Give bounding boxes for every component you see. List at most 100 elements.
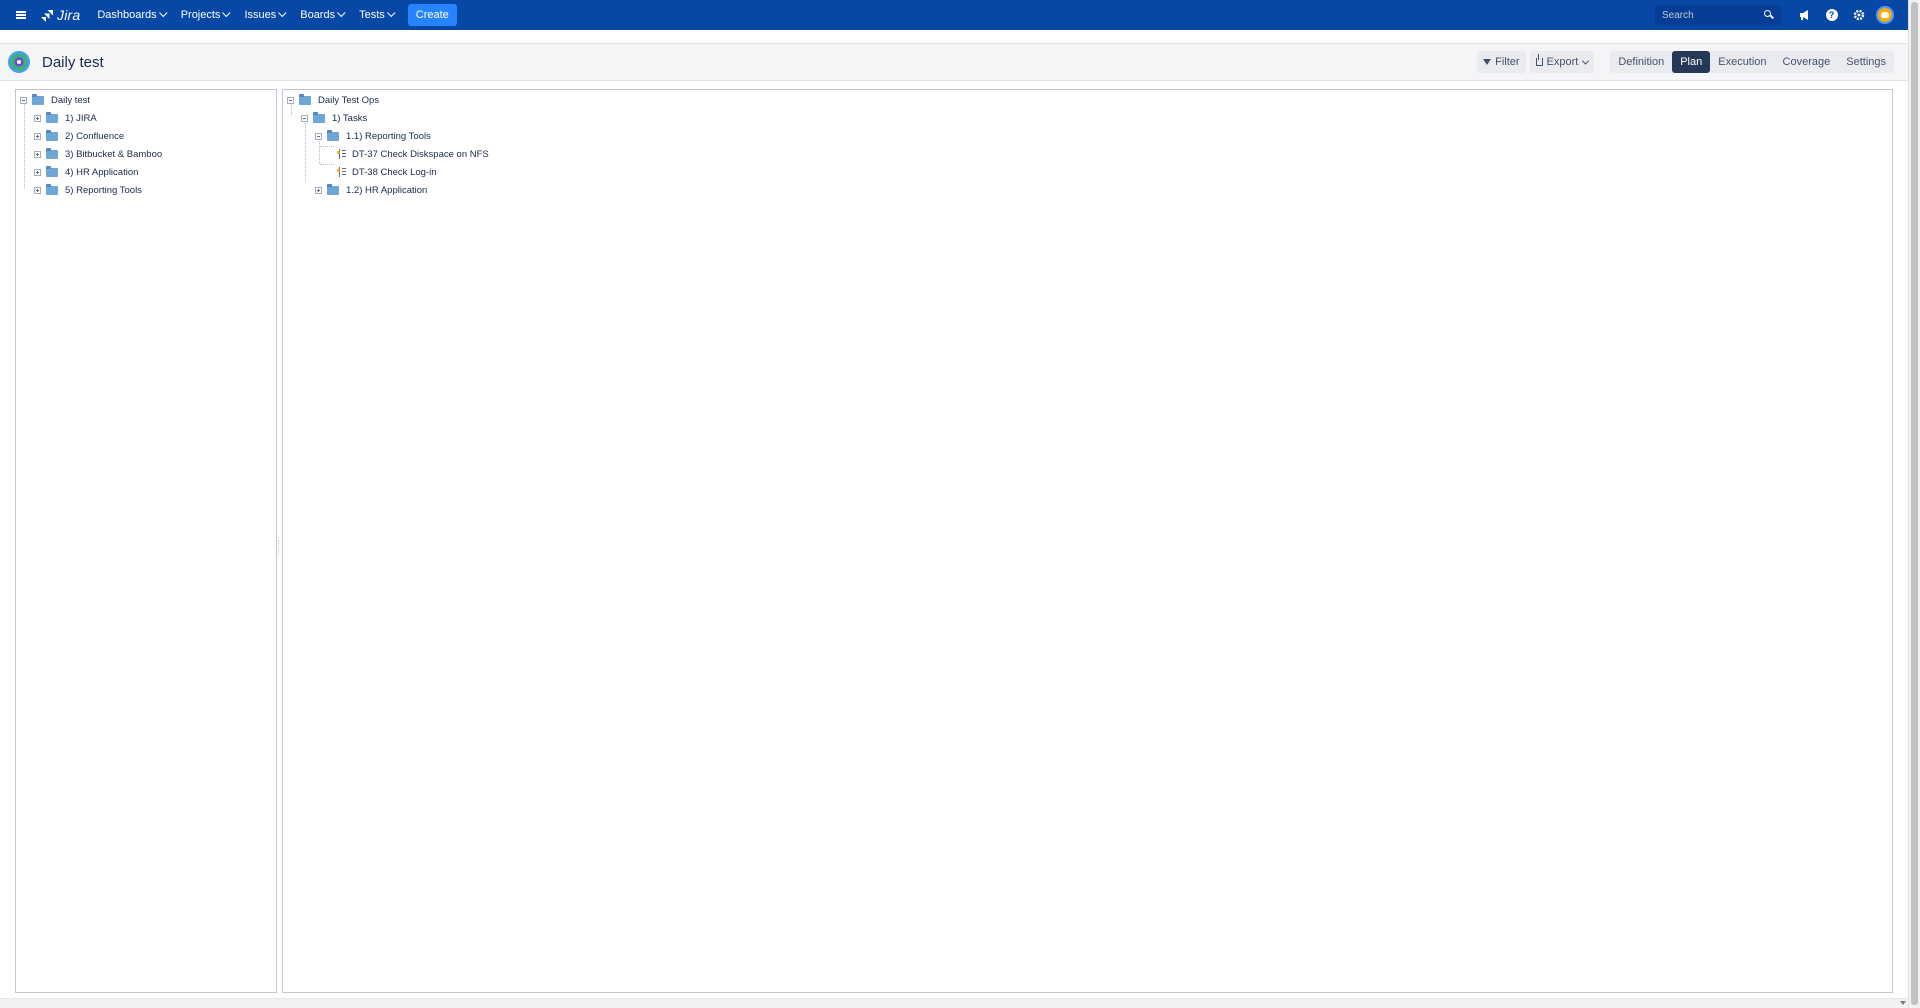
scrollbar-thumb[interactable] (1911, 2, 1918, 1005)
tree-node-label: 4) HR Application (65, 166, 139, 178)
export-icon (1535, 54, 1543, 66)
help-button[interactable]: ? (1818, 0, 1845, 30)
page-title: Daily test (42, 53, 104, 71)
project-avatar (8, 51, 30, 73)
export-button[interactable]: Export (1529, 51, 1595, 73)
nav-projects[interactable]: Projects (174, 0, 238, 30)
tree-node-label: 1) Tasks (332, 112, 368, 124)
megaphone-icon (1799, 10, 1808, 20)
tab-settings[interactable]: Settings (1838, 51, 1894, 73)
expand-toggle-icon[interactable] (34, 150, 41, 158)
tree-connector (320, 164, 334, 165)
create-button[interactable]: Create (407, 4, 457, 26)
tree-node-label: Daily Test Ops (318, 94, 380, 106)
notifications-icon[interactable] (1791, 0, 1818, 30)
test-item[interactable]: DT-38 Check Log-in (337, 165, 436, 179)
test-plan-tree-panel[interactable]: Daily Test Ops 1) Tasks 1.1) Reporting T… (282, 89, 1893, 993)
tab-coverage[interactable]: Coverage (1774, 51, 1839, 73)
menu-icon[interactable] (3, 0, 39, 30)
tree-node-hr-application[interactable]: 1.2) HR Application (315, 183, 427, 197)
tree-connector (24, 101, 25, 189)
chevron-down-icon (158, 8, 168, 18)
expand-toggle-icon[interactable] (34, 114, 41, 122)
search-box[interactable] (1655, 5, 1781, 25)
filter-icon (1483, 59, 1492, 65)
tree-node[interactable]: 3) Bitbucket & Bamboo (34, 147, 162, 161)
tree-node-label: Daily test (51, 94, 91, 106)
folder-icon (46, 129, 58, 141)
filter-button[interactable]: Filter (1477, 51, 1526, 73)
plan-root-node[interactable]: Daily Test Ops (287, 93, 379, 107)
expand-toggle-icon[interactable] (315, 186, 322, 194)
horizontal-scrollbar[interactable] (0, 998, 1908, 1008)
collapse-toggle-icon[interactable] (301, 114, 308, 122)
tree-node-label: 3) Bitbucket & Bamboo (65, 148, 163, 160)
tree-node-label: 2) Confluence (65, 130, 125, 142)
search-input[interactable] (1662, 9, 1764, 21)
panel-splitter[interactable] (278, 540, 281, 554)
chevron-down-icon (386, 8, 396, 18)
help-icon: ? (1825, 9, 1838, 21)
nav-projects-label: Projects (180, 9, 221, 21)
test-repository-tree-panel[interactable]: Daily test 1) JIRA 2) Confluence 3) Bitb… (15, 89, 277, 993)
collapse-toggle-icon[interactable] (287, 96, 294, 104)
tab-execution[interactable]: Execution (1710, 51, 1775, 73)
page: Jira Dashboards Projects Issues Boards T… (0, 0, 1920, 1008)
nav-dashboards[interactable]: Dashboards (90, 0, 173, 30)
test-item[interactable]: DT-37 Check Diskspace on NFS (337, 147, 489, 161)
tree-root-node[interactable]: Daily test (20, 93, 90, 107)
folder-icon (313, 111, 325, 123)
folder-icon (46, 147, 58, 159)
folder-icon (46, 183, 58, 195)
expand-toggle-icon[interactable] (34, 186, 41, 194)
folder-icon (46, 111, 58, 123)
nav-tests-label: Tests (359, 9, 385, 21)
chevron-down-icon (337, 8, 346, 18)
tab-definition[interactable]: Definition (1610, 51, 1673, 73)
tree-node-label: 1.1) Reporting Tools (346, 130, 431, 142)
folder-icon (32, 93, 44, 105)
collapse-toggle-icon[interactable] (315, 132, 322, 140)
test-case-icon (337, 166, 346, 178)
top-navigation: Jira Dashboards Projects Issues Boards T… (0, 0, 1908, 30)
settings-button[interactable] (1845, 0, 1872, 30)
folder-icon (299, 93, 311, 105)
collapse-toggle-icon[interactable] (20, 96, 27, 104)
test-item-label: DT-37 Check Diskspace on NFS (352, 148, 489, 160)
vertical-scrollbar[interactable] (1908, 0, 1920, 1008)
tree-node[interactable]: 1) JIRA (34, 111, 97, 125)
header-actions: Filter Export Definition Plan Execution … (1477, 51, 1894, 73)
nav-tests[interactable]: Tests (352, 0, 402, 30)
nav-issues[interactable]: Issues (237, 0, 293, 30)
search-icon[interactable] (1764, 10, 1774, 20)
view-tabs: Definition Plan Execution Coverage Setti… (1610, 51, 1894, 73)
chevron-down-icon (222, 8, 231, 18)
tree-node[interactable]: 4) HR Application (34, 165, 138, 179)
folder-icon (327, 129, 339, 141)
test-case-icon (337, 148, 346, 160)
folder-icon (46, 165, 58, 177)
chevron-down-icon (1582, 57, 1590, 65)
nav-issues-label: Issues (244, 9, 277, 21)
gear-icon (1853, 9, 1864, 21)
nav-boards-label: Boards (300, 9, 336, 21)
tree-connector (305, 119, 306, 182)
export-label: Export (1546, 56, 1579, 68)
logo-text: Jira (57, 7, 81, 23)
test-item-label: DT-38 Check Log-in (352, 166, 437, 178)
expand-toggle-icon[interactable] (34, 168, 41, 176)
nav-dashboards-label: Dashboards (97, 9, 157, 21)
expand-toggle-icon[interactable] (34, 132, 41, 140)
tab-plan[interactable]: Plan (1672, 51, 1711, 73)
tree-node-tasks[interactable]: 1) Tasks (301, 111, 367, 125)
nav-boards[interactable]: Boards (293, 0, 352, 30)
jira-logo-icon (41, 9, 53, 22)
tree-node[interactable]: 2) Confluence (34, 129, 124, 143)
project-header: Daily test Filter Export Definition Plan… (0, 43, 1908, 81)
scroll-down-arrow-icon[interactable] (1900, 1001, 1906, 1005)
tree-node-reporting-tools[interactable]: 1.1) Reporting Tools (315, 129, 431, 143)
tree-node[interactable]: 5) Reporting Tools (34, 183, 142, 197)
user-avatar[interactable] (1876, 6, 1894, 24)
filter-label: Filter (1495, 56, 1520, 68)
jira-logo[interactable]: Jira (41, 7, 80, 23)
